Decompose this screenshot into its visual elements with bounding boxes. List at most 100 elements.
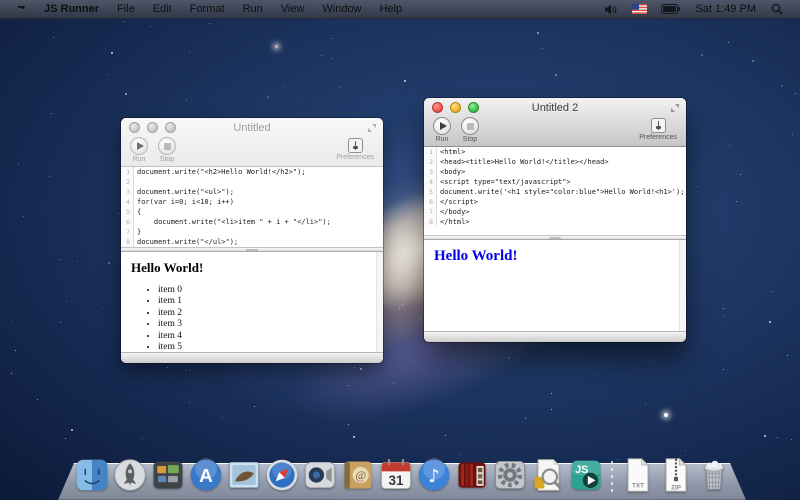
- fullscreen-icon[interactable]: [670, 103, 680, 113]
- code-line[interactable]: for(var i=0; i<10; i++): [134, 197, 234, 207]
- dock-separator: [606, 459, 618, 493]
- play-icon: [440, 122, 447, 130]
- titlebar[interactable]: Untitled: [121, 118, 383, 137]
- dock-mission-control-icon[interactable]: [150, 455, 186, 493]
- code-line[interactable]: document.write("<h2>Hello World!</h2>");: [134, 167, 306, 177]
- dock-document-search-icon[interactable]: [530, 455, 566, 493]
- app-menu-title[interactable]: JS Runner: [35, 0, 108, 19]
- code-line[interactable]: {: [134, 207, 141, 217]
- volume-icon[interactable]: [598, 0, 625, 19]
- line-number: 8: [424, 217, 437, 227]
- menu-item-file[interactable]: File: [108, 0, 144, 19]
- minimize-button[interactable]: [450, 102, 461, 113]
- menu-item-edit[interactable]: Edit: [144, 0, 181, 19]
- code-line[interactable]: <head><title>Hello World!</title></head>: [437, 157, 609, 167]
- dock-photo-booth-icon[interactable]: [454, 455, 490, 493]
- status-bar: [121, 352, 383, 363]
- dock-system-preferences-icon[interactable]: [492, 455, 528, 493]
- code-line[interactable]: document.write("<ul>");: [134, 187, 234, 197]
- line-number: 6: [121, 217, 134, 227]
- fullscreen-icon[interactable]: [367, 123, 377, 133]
- menu-item-format[interactable]: Format: [181, 0, 234, 19]
- menu-item-view[interactable]: View: [272, 0, 314, 19]
- close-button[interactable]: [432, 102, 443, 113]
- scrollbar[interactable]: [679, 240, 686, 331]
- run-button[interactable]: Run: [433, 117, 451, 143]
- line-number: 6: [424, 197, 437, 207]
- code-line[interactable]: <body>: [437, 167, 465, 177]
- dock-js-runner-icon[interactable]: JS: [568, 455, 604, 493]
- dock-app-store-icon[interactable]: A: [188, 455, 224, 493]
- code-line[interactable]: document.write("<li>item " + i + "</li>"…: [134, 217, 331, 227]
- line-number: 1: [424, 147, 437, 157]
- line-number: 1: [121, 167, 134, 177]
- svg-text:ZIP: ZIP: [671, 484, 681, 491]
- stop-button[interactable]: Stop: [158, 137, 176, 163]
- dock-facetime-icon[interactable]: [302, 455, 338, 493]
- zoom-button[interactable]: [468, 102, 479, 113]
- close-button[interactable]: [129, 122, 140, 133]
- titlebar[interactable]: Untitled 2: [424, 98, 686, 117]
- code-line[interactable]: }: [134, 227, 141, 237]
- dock-address-book-icon[interactable]: @: [340, 455, 376, 493]
- list-item: item 5: [158, 342, 367, 352]
- stop-icon: [164, 143, 171, 150]
- dock-calendar-icon[interactable]: 31: [378, 455, 414, 493]
- preferences-icon: [348, 138, 363, 153]
- output-heading: Hello World!: [434, 248, 670, 265]
- zoom-button[interactable]: [165, 122, 176, 133]
- code-line[interactable]: </script>: [437, 197, 478, 207]
- toolbar: Run Stop Preferences: [121, 137, 383, 166]
- line-number: 5: [121, 207, 134, 217]
- battery-icon[interactable]: [654, 0, 687, 19]
- list-item: item 2: [158, 308, 367, 319]
- code-line[interactable]: <html>: [437, 147, 465, 157]
- stop-button[interactable]: Stop: [461, 117, 479, 143]
- run-button[interactable]: Run: [130, 137, 148, 163]
- apple-menu-icon[interactable]: [10, 0, 35, 19]
- play-icon: [137, 142, 144, 150]
- menu-item-run[interactable]: Run: [234, 0, 272, 19]
- menu-items: FileEditFormatRunViewWindowHelp: [108, 0, 411, 19]
- code-line[interactable]: document.write("</ul>");: [134, 237, 238, 247]
- line-number: 8: [121, 237, 134, 247]
- output-list: item 0 item 1 item 2 item 3 item 4 item …: [131, 285, 367, 352]
- us-flag-icon[interactable]: [625, 0, 654, 19]
- menu-clock[interactable]: Sat 1:49 PM: [687, 3, 764, 15]
- menu-item-window[interactable]: Window: [313, 0, 370, 19]
- code-editor[interactable]: 1<html> 2<head><title>Hello World!</titl…: [424, 147, 686, 235]
- dock-txt-file-icon[interactable]: TXT: [620, 455, 656, 493]
- window-header: Untitled 2 Run Stop Preferences: [424, 98, 686, 147]
- svg-text:31: 31: [388, 473, 404, 488]
- code-line[interactable]: [134, 177, 137, 187]
- dock-safari-icon[interactable]: [264, 455, 300, 493]
- code-line[interactable]: <script type="text/javascript">: [437, 177, 571, 187]
- stop-icon: [467, 123, 474, 130]
- line-number: 2: [424, 157, 437, 167]
- dock-finder-icon[interactable]: [74, 455, 110, 493]
- svg-text:@: @: [355, 469, 366, 482]
- list-item: item 0: [158, 285, 367, 296]
- svg-text:A: A: [199, 466, 213, 487]
- line-number: 3: [121, 187, 134, 197]
- status-bar: [424, 331, 686, 342]
- code-line[interactable]: document.write('<h1 style="color:blue">H…: [437, 187, 684, 197]
- window-untitled: Untitled Run Stop Preferences 1document.…: [121, 118, 383, 363]
- list-item: item 4: [158, 331, 367, 342]
- code-editor[interactable]: 1document.write("<h2>Hello World!</h2>")…: [121, 167, 383, 247]
- code-line[interactable]: </body>: [437, 207, 470, 217]
- preferences-button[interactable]: Preferences: [639, 117, 677, 141]
- preferences-icon: [651, 118, 666, 133]
- dock-mail-icon[interactable]: [226, 455, 262, 493]
- minimize-button[interactable]: [147, 122, 158, 133]
- menu-bar: JS Runner FileEditFormatRunViewWindowHel…: [0, 0, 800, 19]
- dock-itunes-icon[interactable]: ♪: [416, 455, 452, 493]
- dock-zip-file-icon[interactable]: ZIP: [658, 455, 694, 493]
- menu-item-help[interactable]: Help: [371, 0, 412, 19]
- scrollbar[interactable]: [376, 252, 383, 352]
- dock-launchpad-icon[interactable]: [112, 455, 148, 493]
- spotlight-search-icon[interactable]: [764, 0, 790, 19]
- code-line[interactable]: </html>: [437, 217, 470, 227]
- dock-trash-icon[interactable]: [696, 455, 732, 493]
- preferences-button[interactable]: Preferences: [336, 137, 374, 161]
